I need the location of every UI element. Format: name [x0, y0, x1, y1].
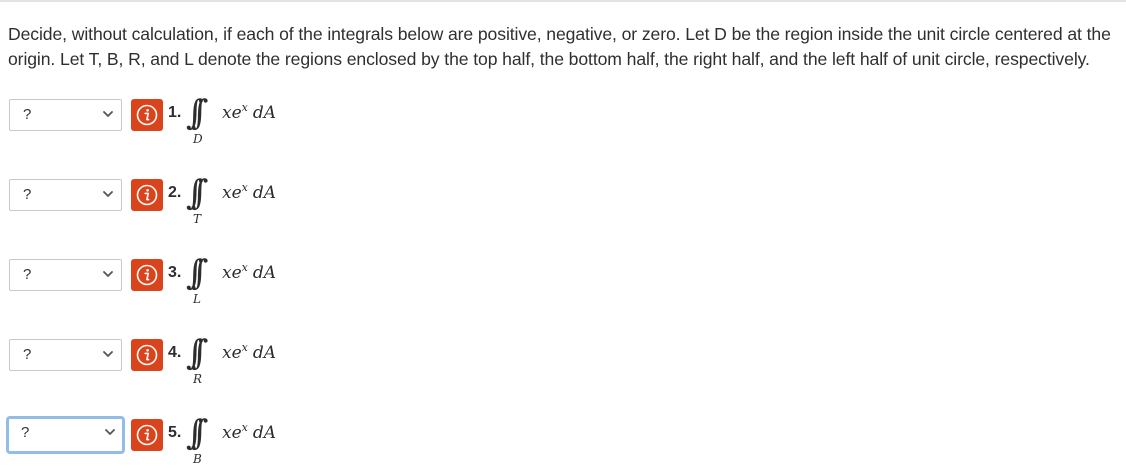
question-row-2: ? 2. ∫∫ xex dA T [0, 173, 400, 249]
info-icon [136, 424, 158, 446]
top-divider [0, 0, 1126, 2]
info-button-3[interactable] [131, 259, 163, 291]
question-number: 5. [168, 424, 182, 441]
question-number: 1. [168, 104, 182, 121]
answer-select-5[interactable]: ? [6, 416, 125, 454]
double-integral: ∫∫ xex dA L [186, 253, 296, 313]
region-label: B [193, 452, 202, 466]
chevron-down-icon [103, 111, 113, 117]
answer-select-3[interactable]: ? [9, 259, 122, 291]
integrand-base: xe [222, 423, 242, 443]
info-button-2[interactable] [131, 179, 163, 211]
answer-select-2[interactable]: ? [9, 179, 122, 211]
integrand-exponent: x [241, 261, 248, 274]
info-icon [136, 104, 158, 126]
double-integral: ∫∫ xex dA B [186, 413, 296, 472]
integrand: xex dA [222, 421, 277, 443]
question-number: 3. [168, 264, 182, 281]
integrand: xex dA [222, 261, 277, 283]
double-integral: ∫∫ xex dA T [186, 173, 296, 233]
differential: dA [252, 343, 277, 363]
question-row-3: ? 3. ∫∫ xex dA L [0, 253, 400, 329]
double-integral: ∫∫ xex dA D [186, 93, 296, 153]
region-label: T [193, 212, 202, 226]
select-value: ? [23, 106, 32, 123]
differential: dA [252, 103, 277, 123]
integrand-base: xe [222, 263, 242, 283]
info-button-4[interactable] [131, 339, 163, 371]
integrand-exponent: x [241, 421, 248, 434]
integrand: xex dA [222, 341, 277, 363]
region-label: R [193, 372, 203, 386]
region-label: L [193, 292, 201, 306]
select-value: ? [23, 346, 32, 363]
instructions-text: Decide, without calculation, if each of … [8, 24, 1111, 69]
integral-sign-icon: ∫∫ [186, 253, 209, 293]
integrand-exponent: x [241, 341, 248, 354]
question-row-1: ? 1. ∫∫ xex dA D [0, 93, 400, 169]
integrand: xex dA [222, 181, 277, 203]
select-value: ? [21, 424, 30, 441]
info-icon [136, 184, 158, 206]
info-button-5[interactable] [131, 419, 163, 451]
question-number: 2. [168, 184, 182, 201]
info-icon [136, 264, 158, 286]
select-value: ? [23, 186, 32, 203]
info-icon [136, 344, 158, 366]
question-number: 4. [168, 344, 182, 361]
differential: dA [252, 423, 277, 443]
integral-sign-icon: ∫∫ [186, 173, 209, 213]
integral-sign-icon: ∫∫ [186, 413, 209, 453]
integral-sign-icon: ∫∫ [186, 333, 209, 373]
chevron-down-icon [103, 351, 113, 357]
question-row-5: ? 5. ∫∫ xex dA B [0, 413, 400, 472]
integrand-exponent: x [241, 101, 248, 114]
answer-select-1[interactable]: ? [9, 99, 122, 131]
question-row-4: ? 4. ∫∫ xex dA R [0, 333, 400, 409]
integrand: xex dA [222, 101, 277, 123]
info-button-1[interactable] [131, 99, 163, 131]
region-label: D [193, 132, 203, 146]
double-integral: ∫∫ xex dA R [186, 333, 296, 393]
select-value: ? [23, 266, 32, 283]
integrand-base: xe [222, 103, 242, 123]
differential: dA [252, 183, 277, 203]
answer-select-4[interactable]: ? [9, 339, 122, 371]
chevron-down-icon [103, 271, 113, 277]
chevron-down-icon [105, 429, 115, 435]
chevron-down-icon [103, 191, 113, 197]
integrand-exponent: x [241, 181, 248, 194]
integrand-base: xe [222, 183, 242, 203]
differential: dA [252, 263, 277, 283]
integrand-base: xe [222, 343, 242, 363]
integral-sign-icon: ∫∫ [186, 93, 209, 133]
